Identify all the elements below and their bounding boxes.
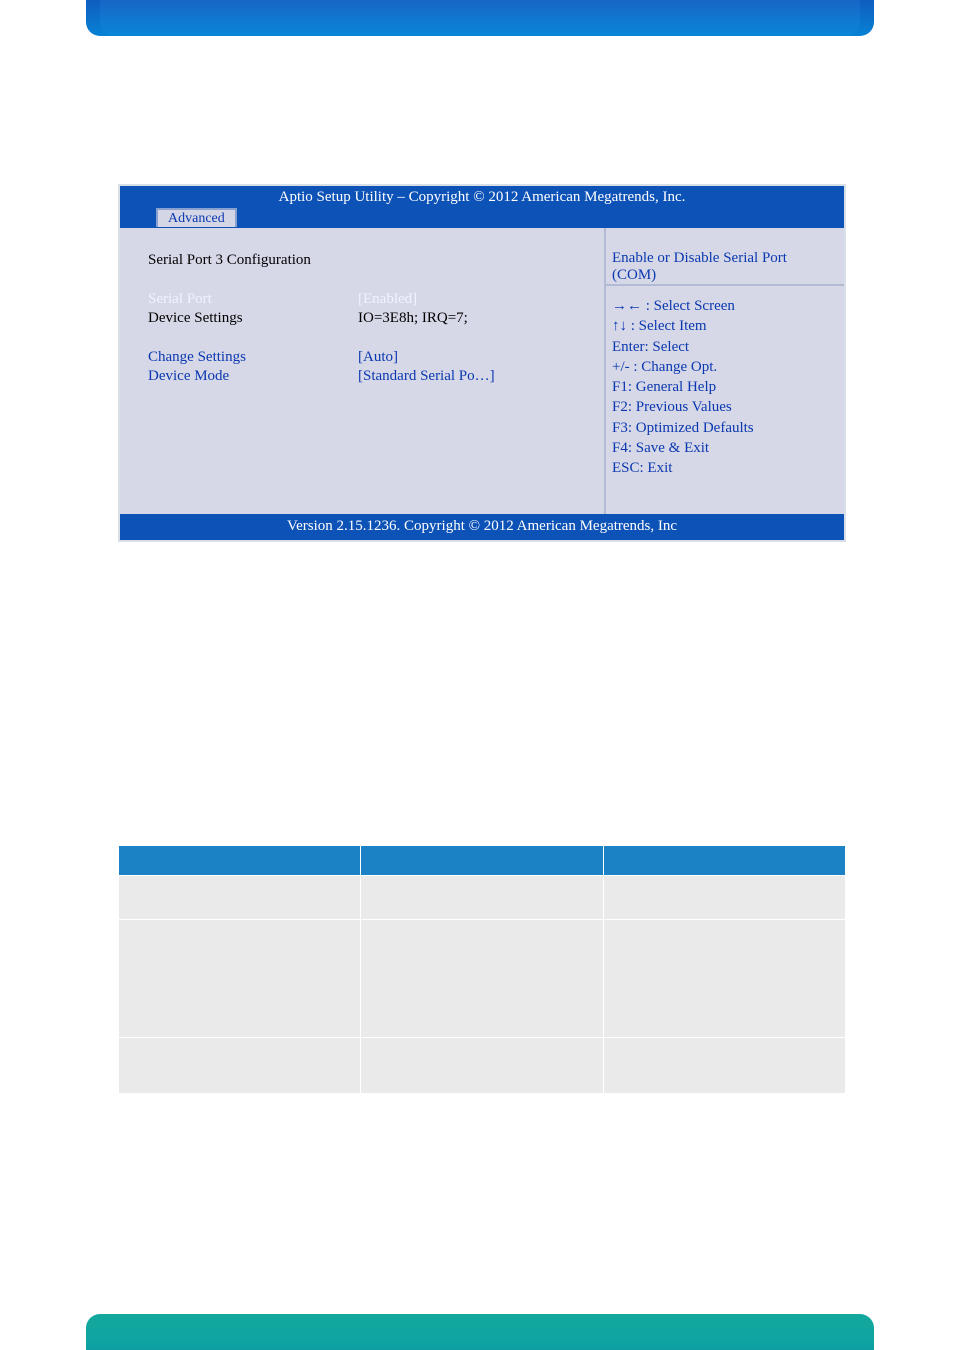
tab-advanced[interactable]: Advanced — [156, 208, 237, 227]
bios-tab-row: Advanced — [120, 208, 844, 228]
bios-key-legend: →← : Select Screen ↑↓ : Select Item Ente… — [606, 284, 844, 514]
key-select-item: ↑↓ : Select Item — [612, 316, 838, 336]
page-footer-bar — [86, 1314, 874, 1350]
key-change-opt: +/- : Change Opt. — [612, 357, 838, 377]
bios-help-text: Enable or Disable Serial Port (COM) — [606, 228, 844, 284]
key-esc-exit: ESC: Exit — [612, 458, 838, 478]
bios-main-pane: Serial Port 3 Configuration Serial Port … — [120, 228, 604, 514]
serial-port-value: [Enabled] — [358, 291, 584, 308]
section-header: Serial Port 3 Configuration — [148, 252, 584, 269]
row-change-settings[interactable]: Change Settings [Auto] — [148, 349, 584, 366]
device-mode-value: [Standard Serial Po…] — [358, 368, 584, 385]
key-enter: Enter: Select — [612, 337, 838, 357]
key-optimized-defaults: F3: Optimized Defaults — [612, 418, 838, 438]
table-cell — [119, 1038, 361, 1094]
table-cell — [361, 876, 603, 920]
bios-footer-version: Version 2.15.1236. Copyright © 2012 Amer… — [120, 514, 844, 540]
table-cell — [361, 920, 603, 1038]
table-cell — [603, 1038, 845, 1094]
device-settings-label: Device Settings — [148, 310, 358, 327]
bios-side-pane: Enable or Disable Serial Port (COM) →← :… — [604, 228, 844, 514]
table-row — [119, 1038, 846, 1094]
table-cell — [603, 876, 845, 920]
key-previous-values: F2: Previous Values — [612, 397, 838, 417]
change-settings-label: Change Settings — [148, 349, 358, 366]
table-cell — [603, 920, 845, 1038]
table-header-1 — [119, 846, 361, 876]
page-header-bar — [86, 0, 874, 36]
table-row — [119, 876, 846, 920]
row-device-settings: Device Settings IO=3E8h; IRQ=7; — [148, 310, 584, 327]
key-save-exit: F4: Save & Exit — [612, 438, 838, 458]
row-serial-port[interactable]: Serial Port [Enabled] — [148, 291, 584, 308]
key-select-screen: →← : Select Screen — [612, 296, 838, 316]
table-cell — [119, 876, 361, 920]
change-settings-value: [Auto] — [358, 349, 584, 366]
table-header-3 — [603, 846, 845, 876]
table-row — [119, 920, 846, 1038]
device-mode-label: Device Mode — [148, 368, 358, 385]
row-device-mode[interactable]: Device Mode [Standard Serial Po…] — [148, 368, 584, 385]
table-header-row — [119, 846, 846, 876]
info-table — [118, 845, 846, 1094]
bios-setup-panel: Aptio Setup Utility – Copyright © 2012 A… — [118, 184, 846, 542]
device-settings-value: IO=3E8h; IRQ=7; — [358, 310, 584, 327]
table-cell — [119, 920, 361, 1038]
bios-title-bar: Aptio Setup Utility – Copyright © 2012 A… — [120, 186, 844, 208]
serial-port-label: Serial Port — [148, 291, 358, 308]
key-general-help: F1: General Help — [612, 377, 838, 397]
table-header-2 — [361, 846, 603, 876]
bios-body: Serial Port 3 Configuration Serial Port … — [120, 228, 844, 514]
table-cell — [361, 1038, 603, 1094]
